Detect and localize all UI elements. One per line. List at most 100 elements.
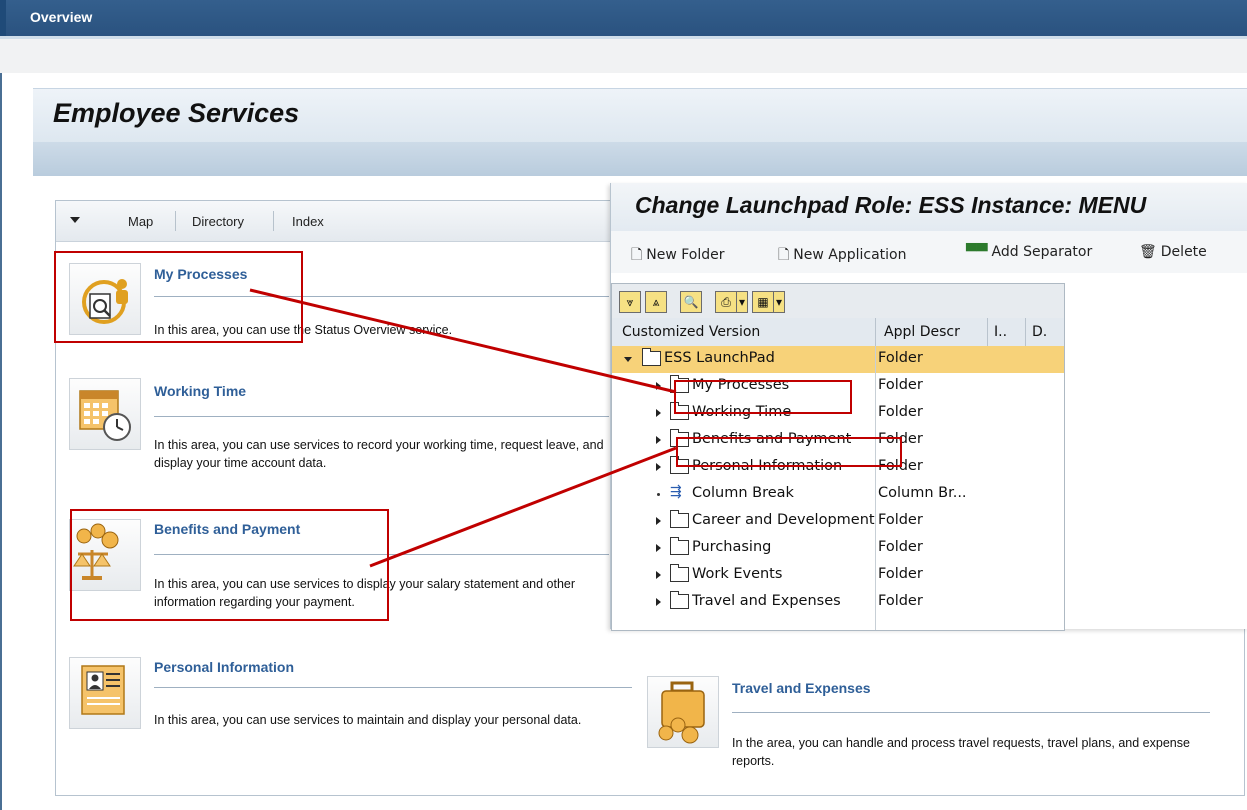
service-desc-working-time: In this area, you can use services to re… bbox=[154, 438, 604, 470]
leaf-bullet bbox=[657, 493, 660, 496]
expand-icon[interactable] bbox=[656, 409, 661, 417]
new-application-label: New Application bbox=[793, 247, 907, 263]
header-subbar bbox=[33, 142, 1247, 176]
new-document-icon: 🗋 bbox=[778, 247, 790, 263]
trash-icon: 🗑 bbox=[1139, 244, 1157, 260]
new-folder-label: New Folder bbox=[646, 247, 725, 263]
collapse-all-icon[interactable]: ⩓ bbox=[645, 291, 667, 313]
add-separator-button[interactable]: ▀▀ Add Separator bbox=[966, 244, 1092, 260]
new-folder-button[interactable]: 🗋 New Folder bbox=[631, 244, 725, 268]
expand-icon[interactable] bbox=[656, 463, 661, 471]
add-separator-label: Add Separator bbox=[991, 244, 1093, 260]
service-divider bbox=[732, 712, 1210, 713]
column-i[interactable]: I.. bbox=[994, 324, 1007, 340]
top-bar: Overview bbox=[0, 0, 1247, 39]
tree-item-label: ESS LaunchPad bbox=[664, 350, 775, 366]
folder-open-icon bbox=[642, 348, 661, 366]
launchpad-title-bar: Change Launchpad Role: ESS Instance: MEN… bbox=[611, 183, 1247, 231]
tree-toolbar: ⩔ ⩓ 🔍 ⎙ ▾ ▦ ▾ bbox=[612, 284, 1064, 319]
tree-item-label: Travel and Expenses bbox=[692, 593, 841, 609]
highlight-box-tree-benefits bbox=[676, 437, 902, 467]
tree-item-descr: Column Br... bbox=[878, 485, 967, 501]
tree-item-descr: Folder bbox=[878, 404, 923, 420]
column-divider bbox=[1025, 318, 1026, 346]
folder-icon bbox=[670, 591, 689, 609]
separator-icon: ▀▀ bbox=[966, 244, 988, 260]
tree-row-travel-expenses[interactable]: Travel and Expenses Folder bbox=[612, 589, 1064, 616]
tree-column-headers: Customized Version Appl Descr I.. D. bbox=[612, 318, 1064, 347]
launchpad-title: Change Launchpad Role: ESS Instance: MEN… bbox=[635, 192, 1147, 218]
service-divider bbox=[154, 416, 609, 417]
delete-button[interactable]: 🗑 Delete bbox=[1139, 244, 1207, 260]
find-icon[interactable]: 🔍 bbox=[680, 291, 702, 313]
nav-divider bbox=[175, 211, 176, 231]
page-title: Employee Services bbox=[53, 98, 300, 128]
tree-row-ess-launchpad[interactable]: ESS LaunchPad Folder bbox=[612, 346, 1064, 373]
tree-item-descr: Folder bbox=[878, 350, 923, 366]
service-desc-personal-information: In this area, you can use services to ma… bbox=[154, 713, 582, 727]
column-d[interactable]: D. bbox=[1032, 324, 1047, 340]
layout-grid-icon[interactable]: ▦ bbox=[752, 291, 774, 313]
service-title-travel-expenses[interactable]: Travel and Expenses bbox=[732, 680, 871, 696]
nav-map-link[interactable]: Map bbox=[128, 214, 153, 229]
expand-all-icon[interactable]: ⩔ bbox=[619, 291, 641, 313]
column-divider bbox=[987, 318, 988, 346]
new-document-icon: 🗋 bbox=[631, 247, 643, 263]
service-travel-expenses: Travel and Expenses In the area, you can… bbox=[647, 676, 1237, 776]
tree-item-descr: Folder bbox=[878, 512, 923, 528]
print-dropdown-icon[interactable]: ▾ bbox=[736, 291, 748, 313]
expand-icon[interactable] bbox=[656, 544, 661, 552]
layout-dropdown-icon[interactable]: ▾ bbox=[773, 291, 785, 313]
folder-icon bbox=[670, 510, 689, 528]
column-divider bbox=[875, 318, 876, 346]
top-bar-strip bbox=[0, 0, 6, 36]
print-icon[interactable]: ⎙ bbox=[715, 291, 737, 313]
tree-row-work-events[interactable]: Work Events Folder bbox=[612, 562, 1064, 589]
collapse-arrow-icon[interactable] bbox=[70, 217, 80, 223]
tree-row-career-development[interactable]: Career and Development Folder bbox=[612, 508, 1064, 535]
tree-item-label: Column Break bbox=[692, 485, 794, 501]
service-title-working-time[interactable]: Working Time bbox=[154, 383, 246, 399]
tree-item-label: Work Events bbox=[692, 566, 783, 582]
tree-item-descr: Folder bbox=[878, 377, 923, 393]
folder-icon bbox=[670, 537, 689, 555]
nav-directory-link[interactable]: Directory bbox=[192, 214, 244, 229]
nav-index-link[interactable]: Index bbox=[292, 214, 324, 229]
tree-column-line bbox=[875, 346, 876, 630]
tree-item-descr: Folder bbox=[878, 566, 923, 582]
secondary-band bbox=[0, 39, 1247, 73]
calendar-clock-icon[interactable] bbox=[69, 378, 141, 450]
page-header: Employee Services bbox=[33, 88, 1247, 178]
expand-icon[interactable] bbox=[656, 571, 661, 579]
launchpad-toolbar: 🗋 New Folder 🗋 New Application ▀▀ Add Separ… bbox=[611, 231, 1247, 273]
new-application-button[interactable]: 🗋 New Application bbox=[778, 244, 906, 268]
folder-icon bbox=[670, 564, 689, 582]
collapse-icon[interactable] bbox=[624, 357, 632, 362]
tree-item-descr: Folder bbox=[878, 593, 923, 609]
service-title-personal-information[interactable]: Personal Information bbox=[154, 659, 294, 675]
nav-divider bbox=[273, 211, 274, 231]
column-customized-version[interactable]: Customized Version bbox=[622, 324, 760, 340]
tab-overview[interactable]: Overview bbox=[30, 9, 92, 25]
expand-icon[interactable] bbox=[656, 517, 661, 525]
service-personal-information: Personal Information In this area, you c… bbox=[69, 657, 649, 757]
tree-item-descr: Folder bbox=[878, 539, 923, 555]
column-appl-descr[interactable]: Appl Descr bbox=[884, 324, 960, 340]
expand-icon[interactable] bbox=[656, 598, 661, 606]
expand-icon[interactable] bbox=[656, 382, 661, 390]
service-working-time: Working Time In this area, you can use s… bbox=[69, 378, 609, 478]
highlight-box-benefits-payment bbox=[70, 509, 389, 621]
tree-item-label: Career and Development bbox=[692, 512, 875, 528]
tree-row-column-break[interactable]: ⇶ Column Break Column Br... bbox=[612, 481, 1064, 508]
service-divider bbox=[154, 687, 632, 688]
expand-icon[interactable] bbox=[656, 436, 661, 444]
suitcase-coins-icon[interactable] bbox=[647, 676, 719, 748]
tree-row-purchasing[interactable]: Purchasing Folder bbox=[612, 535, 1064, 562]
left-edge bbox=[0, 73, 6, 810]
column-break-icon: ⇶ bbox=[670, 484, 682, 500]
highlight-box-tree-my-processes bbox=[674, 380, 852, 414]
tree-item-label: Purchasing bbox=[692, 539, 772, 555]
service-desc-travel-expenses: In the area, you can handle and process … bbox=[732, 736, 1190, 768]
id-card-icon[interactable] bbox=[69, 657, 141, 729]
highlight-box-my-processes bbox=[54, 251, 303, 343]
